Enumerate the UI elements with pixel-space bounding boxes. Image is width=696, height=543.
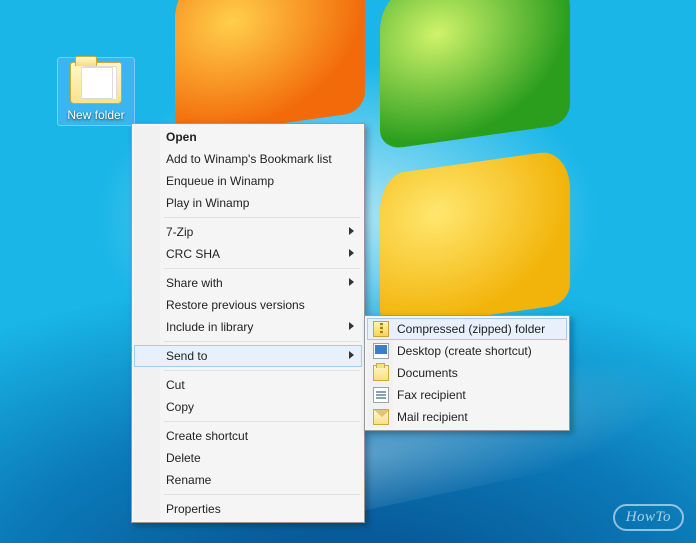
fax-icon: [373, 387, 389, 403]
submenu-item-documents[interactable]: Documents: [367, 362, 567, 384]
menu-separator: [164, 494, 360, 495]
label-fax: Fax recipient: [397, 388, 466, 402]
label-mail: Mail recipient: [397, 410, 468, 424]
label-copy: Copy: [166, 400, 194, 414]
submenu-item-mail[interactable]: Mail recipient: [367, 406, 567, 428]
watermark-howto: HowTo: [613, 504, 684, 531]
desktop-folder-label: New folder: [60, 108, 132, 122]
label-create-shortcut: Create shortcut: [166, 429, 248, 443]
context-menu: Open Add to Winamp's Bookmark list Enque…: [131, 123, 365, 523]
menu-separator: [164, 341, 360, 342]
submenu-arrow-icon: [349, 249, 354, 257]
label-open: Open: [166, 130, 197, 144]
label-desktop: Desktop (create shortcut): [397, 344, 532, 358]
label-send-to: Send to: [166, 349, 207, 363]
menu-item-delete[interactable]: Delete: [134, 447, 362, 469]
submenu-item-compressed-folder[interactable]: Compressed (zipped) folder: [367, 318, 567, 340]
menu-separator: [164, 370, 360, 371]
label-documents: Documents: [397, 366, 458, 380]
submenu-item-fax[interactable]: Fax recipient: [367, 384, 567, 406]
menu-item-include-library[interactable]: Include in library: [134, 316, 362, 338]
label-zip: Compressed (zipped) folder: [397, 322, 545, 336]
label-restore: Restore previous versions: [166, 298, 305, 312]
label-add-bookmark: Add to Winamp's Bookmark list: [166, 152, 332, 166]
desktop[interactable]: New folder Open Add to Winamp's Bookmark…: [0, 0, 696, 543]
submenu-arrow-icon: [349, 322, 354, 330]
menu-item-send-to[interactable]: Send to: [134, 345, 362, 367]
submenu-arrow-icon: [349, 351, 354, 359]
menu-item-open[interactable]: Open: [134, 126, 362, 148]
menu-item-create-shortcut[interactable]: Create shortcut: [134, 425, 362, 447]
menu-item-restore[interactable]: Restore previous versions: [134, 294, 362, 316]
submenu-arrow-icon: [349, 278, 354, 286]
desktop-icon: [373, 343, 389, 359]
mail-icon: [373, 409, 389, 425]
menu-separator: [164, 268, 360, 269]
send-to-submenu: Compressed (zipped) folder Desktop (crea…: [364, 315, 570, 431]
label-cut: Cut: [166, 378, 185, 392]
menu-item-rename[interactable]: Rename: [134, 469, 362, 491]
label-crc-sha: CRC SHA: [166, 247, 220, 261]
menu-item-copy[interactable]: Copy: [134, 396, 362, 418]
menu-item-enqueue[interactable]: Enqueue in Winamp: [134, 170, 362, 192]
label-enqueue: Enqueue in Winamp: [166, 174, 274, 188]
folder-icon: [70, 62, 122, 104]
label-properties: Properties: [166, 502, 221, 516]
desktop-folder-icon[interactable]: New folder: [58, 58, 134, 125]
menu-item-7zip[interactable]: 7-Zip: [134, 221, 362, 243]
label-share-with: Share with: [166, 276, 223, 290]
menu-item-crc-sha[interactable]: CRC SHA: [134, 243, 362, 265]
menu-item-cut[interactable]: Cut: [134, 374, 362, 396]
menu-item-properties[interactable]: Properties: [134, 498, 362, 520]
label-play: Play in Winamp: [166, 196, 249, 210]
menu-separator: [164, 217, 360, 218]
label-7zip: 7-Zip: [166, 225, 193, 239]
label-delete: Delete: [166, 451, 201, 465]
menu-separator: [164, 421, 360, 422]
menu-item-share-with[interactable]: Share with: [134, 272, 362, 294]
label-include-library: Include in library: [166, 320, 253, 334]
documents-icon: [373, 365, 389, 381]
zip-folder-icon: [373, 321, 389, 337]
submenu-item-desktop-shortcut[interactable]: Desktop (create shortcut): [367, 340, 567, 362]
submenu-arrow-icon: [349, 227, 354, 235]
menu-item-play[interactable]: Play in Winamp: [134, 192, 362, 214]
label-rename: Rename: [166, 473, 211, 487]
menu-item-add-bookmark[interactable]: Add to Winamp's Bookmark list: [134, 148, 362, 170]
